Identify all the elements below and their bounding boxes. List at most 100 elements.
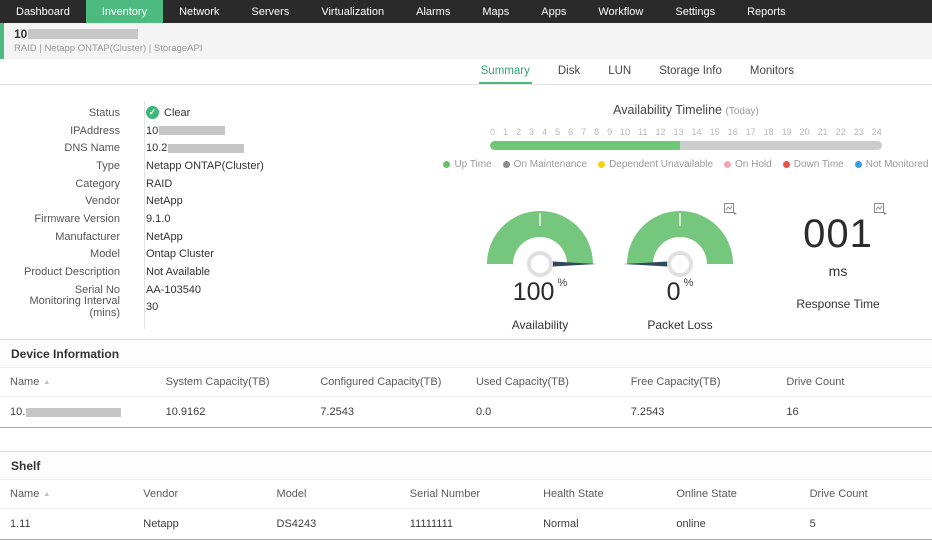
nav-item-alarms[interactable]: Alarms <box>400 0 466 23</box>
nav-item-network[interactable]: Network <box>163 0 235 23</box>
detail-row-model: Model Ontap Cluster <box>0 246 440 264</box>
detail-value: RAID <box>146 177 173 190</box>
detail-label: Category <box>75 177 120 190</box>
cell-serial-number: 11111111 <box>399 508 534 540</box>
col-header-serial-number[interactable]: Serial Number <box>399 480 534 509</box>
availability-number: 100 <box>512 278 555 306</box>
detail-value: 10 <box>132 125 226 137</box>
device-information-section: Device Information Name ▲ System Capacity… <box>0 339 932 428</box>
col-header-name[interactable]: Name ▲ <box>0 368 156 397</box>
col-header-configured-capacity[interactable]: Configured Capacity(TB) <box>310 368 466 397</box>
detail-row-type: Type Netapp ONTAP(Cluster) <box>0 157 440 175</box>
up-time-dot-icon <box>443 161 451 168</box>
detail-value: 30 <box>146 301 159 314</box>
response-time-value: 001 <box>803 212 873 256</box>
detail-label: DNS Name <box>64 142 120 155</box>
legend-item-down-time: Down Time <box>782 159 844 170</box>
nav-item-settings[interactable]: Settings <box>659 0 731 23</box>
gauge-hub <box>667 251 693 277</box>
shelf-table: Name ▲ Vendor Model Serial Number Health … <box>0 480 932 540</box>
on-maintenance-dot-icon <box>502 161 510 168</box>
legend-item-not-monitored: Not Monitored <box>854 159 929 170</box>
detail-value: NetApp <box>146 230 183 243</box>
availability-timeline-bar[interactable] <box>490 141 882 150</box>
col-header-online-state[interactable]: Online State <box>666 480 800 509</box>
detail-label: Status <box>88 106 120 119</box>
tab-monitors[interactable]: Monitors <box>748 59 796 84</box>
hour-tick: 22 <box>835 127 846 137</box>
detail-value: 9.1.0 <box>146 212 171 225</box>
col-header-label: Name <box>10 376 40 388</box>
status-value: ✓ Clear <box>132 106 191 120</box>
cell-vendor: Netapp <box>133 508 267 540</box>
legend-item-dependent-unavailable: Dependent Unavailable <box>598 159 713 170</box>
response-time-metric: 001 ms Response Time <box>767 203 909 332</box>
nav-item-servers[interactable]: Servers <box>235 0 305 23</box>
hour-tick: 24 <box>871 127 882 137</box>
timeline-hour-scale: 0 1 2 3 4 5 6 7 8 9 10 11 12 13 14 15 16 17 18 19 20 21 22 23 24 <box>490 127 882 137</box>
detail-row-monitoring-interval: Monitoring Interval (mins) 30 <box>0 295 440 319</box>
col-header-free-capacity[interactable]: Free Capacity(TB) <box>620 368 777 397</box>
nav-item-dashboard[interactable]: Dashboard <box>0 0 86 23</box>
device-title-text: 10 <box>14 27 28 41</box>
detail-label: Manufacturer <box>55 230 120 243</box>
cell-model: DS4243 <box>266 508 400 540</box>
col-header-used-capacity[interactable]: Used Capacity(TB) <box>465 368 621 397</box>
col-header-model[interactable]: Model <box>266 480 400 509</box>
details-divider <box>144 101 145 329</box>
device-title: 10 <box>14 27 932 41</box>
cell-name-prefix: 10. <box>10 406 26 418</box>
hour-tick: 11 <box>638 127 648 137</box>
col-header-vendor[interactable]: Vendor <box>133 480 267 509</box>
hour-tick: 21 <box>817 127 828 137</box>
on-hold-dot-icon <box>724 161 732 168</box>
hour-tick: 18 <box>763 127 774 137</box>
col-header-drive-count[interactable]: Drive Count <box>799 480 932 509</box>
col-header-drive-count[interactable]: Drive Count <box>776 368 932 397</box>
gauge-hub <box>527 251 553 277</box>
device-subtitle: RAID | Netapp ONTAP(Cluster) | StorageAP… <box>14 43 203 54</box>
detail-label: Model <box>90 248 120 261</box>
packet-loss-label: Packet Loss <box>647 318 713 332</box>
hour-tick: 8 <box>594 127 600 137</box>
hour-tick: 14 <box>691 127 702 137</box>
packet-loss-gauge: 0% Packet Loss <box>627 203 737 332</box>
cell-drive-count: 16 <box>776 396 932 428</box>
response-time-graph-icon[interactable] <box>874 202 887 220</box>
tab-storage-info[interactable]: Storage Info <box>657 59 724 84</box>
availability-gauge: 100% Availability <box>487 211 597 332</box>
response-time-unit: ms <box>828 263 848 279</box>
legend-label: Not Monitored <box>865 159 929 170</box>
shelf-section: Shelf Name ▲ Vendor Model Serial Number H… <box>0 451 932 540</box>
detail-label: Type <box>96 159 120 172</box>
hour-tick: 0 <box>490 127 496 137</box>
table-row[interactable]: 10. 10.9162 7.2543 0.0 7.2543 16 <box>0 396 932 428</box>
tab-summary[interactable]: Summary <box>478 59 532 84</box>
col-header-health-state[interactable]: Health State <box>533 480 667 509</box>
table-row[interactable]: 1.11 Netapp DS4243 11111111 Normal onlin… <box>0 508 932 540</box>
dependent-unavailable-dot-icon <box>598 161 606 168</box>
tab-disk[interactable]: Disk <box>556 59 582 84</box>
legend-item-on-hold: On Hold <box>724 159 772 170</box>
tab-lun[interactable]: LUN <box>606 59 633 84</box>
col-header-name[interactable]: Name ▲ <box>0 480 134 509</box>
availability-panel: Availability Timeline (Today) 0123456789… <box>440 85 932 339</box>
hour-tick: 5 <box>555 127 561 137</box>
nav-item-reports[interactable]: Reports <box>731 0 802 23</box>
status-text: Clear <box>164 106 191 119</box>
nav-item-apps[interactable]: Apps <box>525 0 582 23</box>
nav-item-maps[interactable]: Maps <box>466 0 525 23</box>
cell-name: 10. <box>0 396 156 428</box>
tab-bar: Summary Disk LUN Storage Info Monitors <box>0 59 932 85</box>
col-header-system-capacity[interactable]: System Capacity(TB) <box>155 368 311 397</box>
availability-value: 100% <box>487 277 593 307</box>
device-details-panel: Status ✓ Clear IPAddress 10 DNS Name 10.… <box>0 85 440 339</box>
status-clear-icon: ✓ <box>146 106 159 120</box>
cell-used-capacity: 0.0 <box>465 396 621 428</box>
nav-item-virtualization[interactable]: Virtualization <box>305 0 400 23</box>
packet-loss-value: 0% <box>627 277 733 307</box>
dns-prefix: 10.2 <box>146 142 168 155</box>
down-time-dot-icon <box>782 161 790 168</box>
nav-item-inventory[interactable]: Inventory <box>85 0 164 23</box>
nav-item-workflow[interactable]: Workflow <box>582 0 659 23</box>
